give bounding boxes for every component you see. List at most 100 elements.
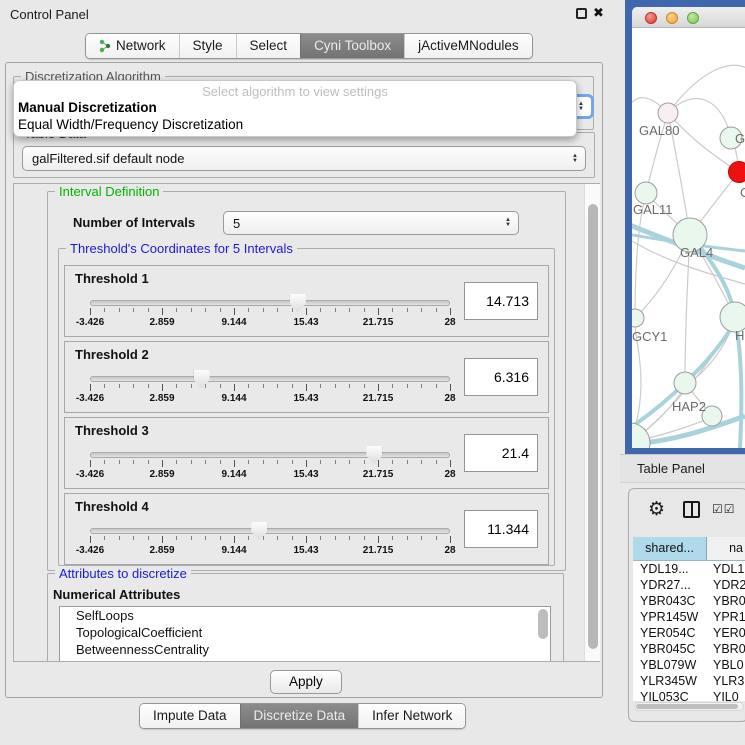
threshold-2-label: Threshold 2 [75,347,149,362]
tab-network[interactable]: Network [86,34,179,58]
node-selected-red[interactable] [729,162,745,183]
tick-mark [407,384,408,388]
cell-shared-name[interactable]: YBR045C [633,641,707,657]
tick-mark [90,536,91,543]
tab-select[interactable]: Select [236,34,301,58]
attribute-list-item[interactable]: SelfLoops [60,607,550,624]
tick-label: -3.426 [76,545,104,556]
numerical-attributes-list[interactable]: SelfLoopsTopologicalCoefficientBetweenne… [59,606,551,662]
dropdown-prompt-item[interactable]: Select algorithm to view settings [14,84,576,99]
tick-label: 9.144 [221,317,246,328]
tick-mark [292,536,293,540]
threshold-3-value-field[interactable]: 21.4 [464,434,538,472]
cell-name[interactable]: YBR0 [707,641,745,657]
attribute-list-item[interactable]: TopologicalCoefficient [60,624,550,641]
cell-name[interactable]: YIL0 [707,689,745,701]
cell-shared-name[interactable]: YPR145W [633,609,707,625]
tick-mark [148,308,149,312]
close-traffic-light-icon[interactable] [645,12,657,24]
node-bottom-left[interactable] [632,423,650,448]
cell-name[interactable]: YER0 [707,625,745,641]
table-row[interactable]: YER054CYER0 [633,625,745,641]
tick-mark [90,308,91,315]
node-attribute-table[interactable]: shared... na YDL19...YDL1YDR27...YDR2YBR… [633,537,745,701]
cell-shared-name[interactable]: YBL079W [633,657,707,673]
threshold-2-value-field[interactable]: 6.316 [464,358,538,396]
node-gal80[interactable] [658,103,678,123]
table-data-combobox[interactable]: galFiltered.sif default node ▲▼ [22,146,586,171]
settings-vertical-scrollbar[interactable] [584,184,600,661]
minimize-traffic-light-icon[interactable] [666,12,678,24]
table-row[interactable]: YPR145WYPR1 [633,609,745,625]
threshold-1-value-field[interactable]: 14.713 [464,282,538,320]
threshold-4-value-field[interactable]: 11.344 [464,510,538,548]
cell-name[interactable]: YBL0 [707,657,745,673]
table-row[interactable]: YBL079WYBL0 [633,657,745,673]
tick-mark [191,460,192,464]
attribute-list-item[interactable]: BetweennessCentrality [60,641,550,658]
cell-shared-name[interactable]: YDR27... [633,577,707,593]
zoom-traffic-light-icon[interactable] [687,12,699,24]
cell-name[interactable]: YDL1 [707,561,745,577]
node-gcy1[interactable] [632,309,644,327]
float-window-icon[interactable] [576,8,587,19]
table-horizontal-scrollbar[interactable] [634,702,744,711]
tick-mark [364,460,365,464]
tick-mark [162,460,163,467]
column-header-shared-name[interactable]: shared... [633,537,707,560]
cell-shared-name[interactable]: YIL053C [633,689,707,701]
table-row[interactable]: YDL19...YDL1 [633,561,745,577]
threshold-2-panel: Threshold 2 -3.4262.8599.14415.4321.7152… [64,341,549,413]
scrollbar-thumb[interactable] [636,704,738,709]
tick-mark [349,536,350,540]
tick-mark [148,460,149,464]
tab-infer-network[interactable]: Infer Network [358,704,465,728]
table-row[interactable]: YBR045CYBR0 [633,641,745,657]
tick-mark [119,536,120,540]
cell-name[interactable]: YPR1 [707,609,745,625]
tick-label: 2.859 [149,469,174,480]
cell-name[interactable]: YBR0 [707,593,745,609]
dropdown-option-manual-discretization[interactable]: Manual Discretization [14,99,576,116]
tab-jactivemnodules[interactable]: jActiveMNodules [404,34,532,58]
cell-name[interactable]: YLR3 [707,673,745,689]
table-row[interactable]: YBR043CYBR0 [633,593,745,609]
tick-label: 15.43 [293,393,318,404]
slider-ticks [90,536,450,544]
tab-style[interactable]: Style [179,34,236,58]
combo-stepper-icon: ▲▼ [578,102,584,112]
columns-icon[interactable] [683,501,700,518]
select-columns-checkboxes-icon[interactable]: ☑☑ [712,502,736,516]
attributes-list-scrollbar[interactable] [538,609,548,639]
tab-cyni-toolbox[interactable]: Cyni Toolbox [300,34,404,58]
close-icon[interactable]: ✖ [593,5,604,21]
tick-mark [421,308,422,312]
tick-mark [205,460,206,464]
cell-shared-name[interactable]: YLR345W [633,673,707,689]
cell-name[interactable]: YDR2 [707,577,745,593]
scrollbar-thumb[interactable] [588,204,598,649]
dropdown-option-equal-width[interactable]: Equal Width/Frequency Discretization [14,116,576,133]
table-row[interactable]: YLR345WYLR3 [633,673,745,689]
tab-discretize-data[interactable]: Discretize Data [240,704,359,728]
tick-mark [133,384,134,388]
gear-icon[interactable]: ⚙ [648,498,665,521]
column-header-name[interactable]: na [707,537,745,560]
number-of-intervals-combobox[interactable]: 5 ▲▼ [223,211,519,235]
slider-tick-labels: -3.4262.8599.14415.4321.71528 [90,545,450,557]
node-hap2[interactable] [674,372,696,394]
cell-shared-name[interactable]: YER054C [633,625,707,641]
tab-impute-data[interactable]: Impute Data [140,704,240,728]
cell-shared-name[interactable]: YBR043C [633,593,707,609]
cell-shared-name[interactable]: YDL19... [633,561,707,577]
tick-mark [320,536,321,540]
table-row[interactable]: YDR27...YDR2 [633,577,745,593]
apply-button[interactable]: Apply [270,670,342,694]
tick-mark [263,536,264,540]
table-row[interactable]: YIL053CYIL0 [633,689,745,701]
node-gal11[interactable] [635,182,657,204]
tick-mark [335,536,336,540]
table-data-combobox-value: galFiltered.sif default node [32,151,184,166]
network-view-canvas[interactable]: GAL80 GA C GAL11 GAL4 GCY1 H HAP2 [632,28,745,448]
number-of-intervals-label: Number of Intervals [73,215,195,230]
